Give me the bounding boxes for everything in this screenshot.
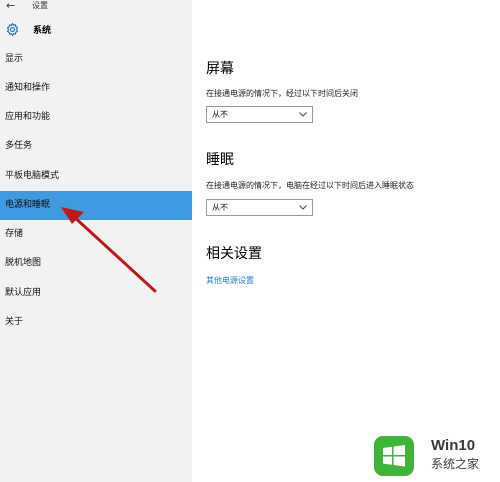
sidebar-item-storage[interactable]: 存储: [0, 220, 192, 249]
sidebar: ← 设置 系统 显示 通知和操作 应用和功能 多任务 平板电脑模式 电源和睡眠 …: [0, 0, 192, 482]
related-settings-heading: 相关设置: [206, 246, 262, 262]
sidebar-item-label: 平板电脑模式: [5, 171, 60, 181]
watermark-logo-icon: [374, 436, 414, 476]
sleep-description: 在接通电源的情况下，电脑在经过以下时间后进入睡眠状态: [206, 181, 414, 190]
sidebar-item-display[interactable]: 显示: [0, 45, 192, 74]
watermark-subtitle: 系统之家: [431, 457, 480, 471]
screen-description: 在接通电源的情况下，经过以下时间后关闭: [206, 89, 358, 98]
sidebar-item-about[interactable]: 关于: [0, 308, 192, 337]
sidebar-item-label: 默认应用: [5, 288, 42, 298]
sidebar-item-notifications[interactable]: 通知和操作: [0, 74, 192, 103]
sidebar-item-label: 多任务: [5, 141, 33, 151]
sidebar-item-label: 关于: [5, 317, 24, 327]
sidebar-item-label: 应用和功能: [5, 112, 51, 122]
sidebar-item-label: 脱机地图: [5, 258, 42, 268]
screen-heading: 屏幕: [206, 61, 234, 77]
chevron-down-icon: [299, 112, 307, 117]
back-button[interactable]: ←: [6, 0, 20, 12]
main-panel: [192, 0, 500, 482]
sidebar-item-default-apps[interactable]: 默认应用: [0, 279, 192, 308]
select-value: 从不: [212, 110, 228, 119]
sidebar-item-apps[interactable]: 应用和功能: [0, 103, 192, 132]
section-title: 系统: [33, 26, 52, 36]
gear-icon: [6, 22, 19, 37]
sleep-heading: 睡眠: [206, 152, 234, 168]
chevron-down-icon: [299, 205, 307, 210]
sidebar-item-label: 电源和睡眠: [5, 200, 51, 210]
title-bar: ← 设置: [0, 0, 192, 16]
sidebar-item-offline-maps[interactable]: 脱机地图: [0, 249, 192, 278]
app-title: 设置: [32, 1, 48, 10]
sidebar-item-label: 存储: [5, 229, 24, 239]
sidebar-item-label: 显示: [5, 54, 24, 64]
sidebar-item-power-sleep[interactable]: 电源和睡眠: [0, 191, 192, 220]
screen-timeout-select[interactable]: 从不: [206, 106, 313, 123]
sidebar-item-multitasking[interactable]: 多任务: [0, 132, 192, 161]
sidebar-item-label: 通知和操作: [5, 83, 51, 93]
select-value: 从不: [212, 203, 228, 212]
sleep-timeout-select[interactable]: 从不: [206, 199, 313, 216]
additional-power-settings-link[interactable]: 其他电源设置: [206, 276, 254, 286]
sidebar-item-tablet-mode[interactable]: 平板电脑模式: [0, 162, 192, 191]
watermark-title: Win10: [431, 437, 476, 454]
